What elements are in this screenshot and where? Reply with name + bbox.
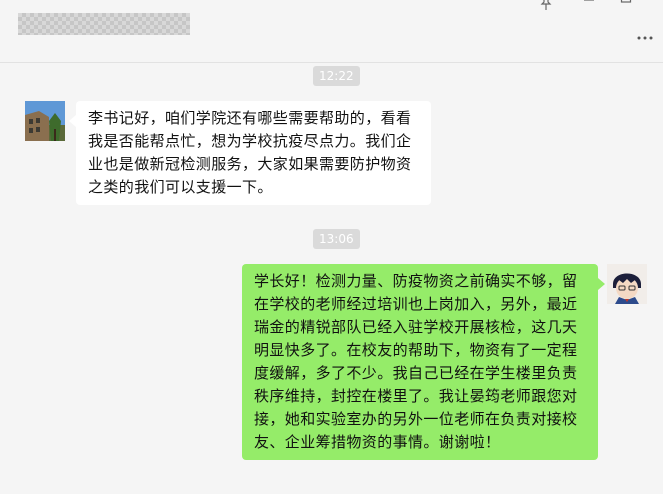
maximize-icon[interactable] <box>620 0 632 13</box>
chat-title-bar <box>0 0 663 63</box>
incoming-message-bubble[interactable]: 李书记好，咱们学院还有哪些需要帮助的，看看我是否能帮点忙，想为学校抗疫尽点力。我… <box>76 101 431 205</box>
anime-character-icon <box>607 264 647 304</box>
bubble-tail <box>598 278 605 290</box>
message-text: 学长好！检测力量、防疫物资之前确实不够，留在学校的老师经过培训也上岗加入，另外，… <box>254 272 578 451</box>
building-photo-icon <box>25 101 65 141</box>
my-avatar[interactable] <box>607 264 647 304</box>
bubble-tail <box>69 115 76 127</box>
redacted-chat-title <box>18 13 190 35</box>
message-text: 李书记好，咱们学院还有哪些需要帮助的，看看我是否能帮点忙，想为学校抗疫尽点力。我… <box>88 109 412 196</box>
outgoing-message-bubble[interactable]: 学长好！检测力量、防疫物资之前确实不够，留在学校的老师经过培训也上岗加入，另外，… <box>242 264 598 460</box>
more-icon[interactable] <box>637 30 653 44</box>
timestamp: 12:22 <box>313 66 360 86</box>
minimize-icon[interactable] <box>583 0 595 13</box>
timestamp: 13:06 <box>313 229 360 249</box>
sender-avatar[interactable] <box>25 101 65 141</box>
pin-icon[interactable] <box>540 0 552 13</box>
